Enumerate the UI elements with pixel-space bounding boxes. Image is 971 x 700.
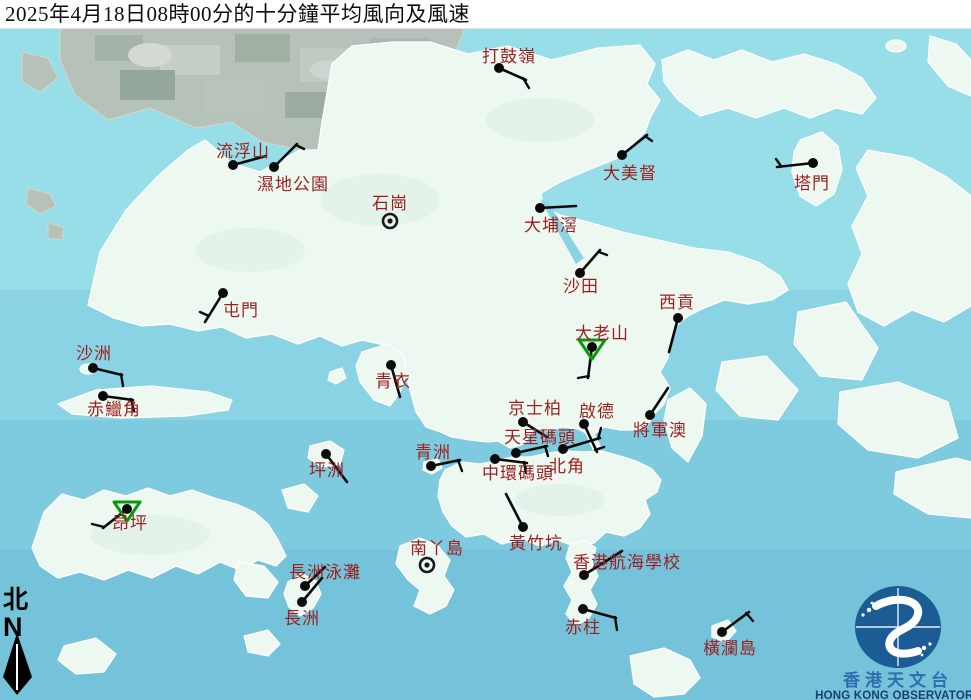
station-label: 濕地公園 — [257, 175, 329, 195]
station-dot — [535, 203, 545, 213]
station-dot — [490, 454, 500, 464]
station-label: 沙洲 — [76, 344, 112, 364]
station-label: 赤鱲角 — [87, 400, 141, 420]
hong-kong-map[interactable]: 打鼓嶺流浮山濕地公園石崗 大美督塔門大埔滘沙田屯門 西貢沙洲 大老山赤鱲角 青衣京士柏啟… — [0, 0, 971, 700]
station-dot — [717, 627, 727, 637]
station-label: 香港航海學校 — [573, 553, 681, 573]
station-label: 赤柱 — [565, 618, 601, 638]
north-label-zh: 北 — [3, 585, 28, 614]
logo-text-en: HONG KONG OBSERVATORY — [815, 690, 971, 700]
station-label: 打鼓嶺 — [482, 47, 536, 67]
station-label: 長洲 — [284, 609, 320, 629]
station-dot — [269, 162, 279, 172]
station-label: 坪洲 — [309, 461, 345, 481]
station-dot — [808, 158, 818, 168]
station-dot — [617, 150, 627, 160]
map-title: 2025年4月18日08時00分的十分鐘平均風向及風速 — [5, 2, 470, 26]
station-dot — [645, 410, 655, 420]
north-label-n: N — [3, 612, 23, 642]
calm-symbol-dot — [387, 218, 393, 224]
calm-symbol-dot — [424, 562, 430, 568]
station-label: 流浮山 — [216, 142, 270, 162]
station-label: 青洲 — [415, 443, 451, 463]
station-dot — [578, 604, 588, 614]
station-dot — [218, 288, 228, 298]
station-label: 長洲泳灘 — [289, 563, 361, 583]
station-dot — [321, 449, 331, 459]
station-label: 北角 — [549, 457, 585, 477]
station-label: 昂坪 — [112, 514, 148, 534]
station-label: 中環碼頭 — [482, 464, 554, 484]
title-bar: 2025年4月18日08時00分的十分鐘平均風向及風速 — [0, 0, 971, 29]
station-dot — [511, 448, 521, 458]
logo-text-zh: 香港天文台 — [843, 670, 953, 691]
station-label: 大老山 — [575, 324, 629, 344]
station-label: 南丫島 — [410, 539, 464, 559]
station-label: 啟德 — [579, 402, 615, 422]
station-label: 石崗 — [372, 194, 408, 214]
station-label: 西貢 — [659, 293, 695, 313]
station-label: 京士柏 — [508, 399, 562, 419]
station-label: 黃竹坑 — [509, 534, 563, 554]
station-label: 橫瀾島 — [703, 639, 757, 659]
station-dot — [386, 360, 396, 370]
station-label: 塔門 — [794, 174, 830, 194]
station-label: 大美督 — [603, 164, 657, 184]
station-label: 青衣 — [375, 372, 411, 392]
station-label: 屯門 — [223, 301, 259, 321]
station-dot — [297, 597, 307, 607]
station-label: 大埔滘 — [524, 216, 578, 236]
station-dot — [122, 504, 132, 514]
station-dot — [88, 363, 98, 373]
station-dot — [673, 313, 683, 323]
station-label: 將軍澳 — [633, 421, 687, 441]
station-dot — [558, 444, 568, 454]
station-dot — [518, 522, 528, 532]
wind-map-screen: 打鼓嶺流浮山濕地公園石崗 大美督塔門大埔滘沙田屯門 西貢沙洲 大老山赤鱲角 青衣京士柏啟… — [0, 0, 971, 700]
station-label: 沙田 — [563, 277, 599, 297]
